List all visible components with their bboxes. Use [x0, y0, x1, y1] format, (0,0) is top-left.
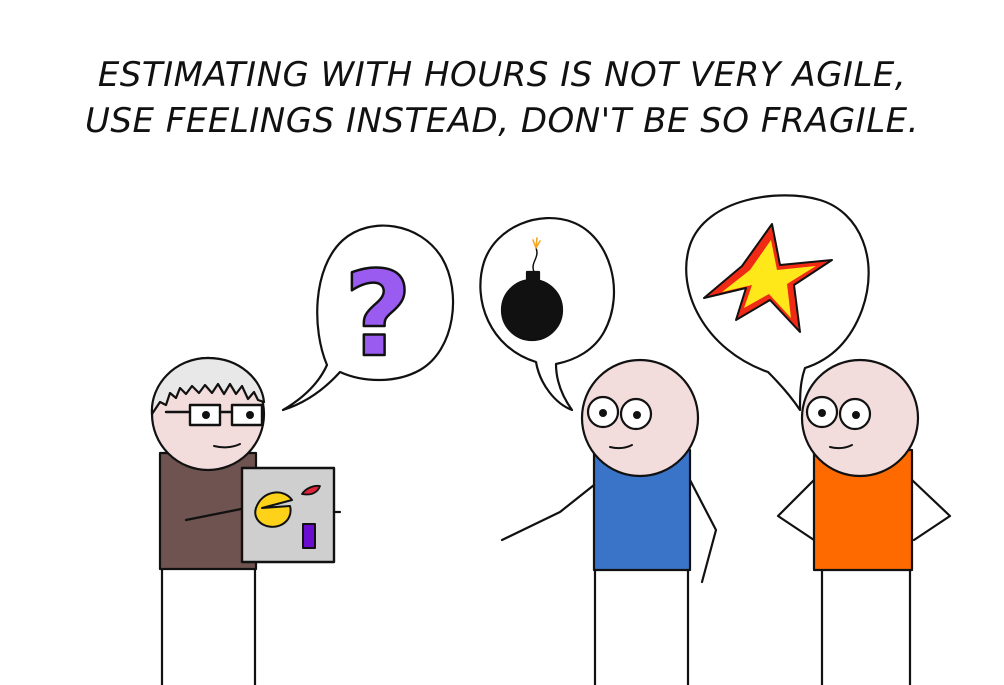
speech-bubble-manager: ? — [281, 224, 455, 412]
manager-character — [150, 356, 342, 685]
middle-character — [500, 358, 718, 685]
manager-legs — [160, 563, 257, 685]
feelings-board — [240, 466, 342, 564]
middle-arm-left — [500, 483, 596, 542]
right-arm-right — [910, 478, 952, 542]
comic-scene: ? — [150, 194, 952, 685]
purple-bar-icon — [302, 523, 316, 549]
right-arm-left — [776, 478, 816, 542]
question-mark-icon: ? — [344, 245, 412, 383]
right-character — [776, 358, 952, 685]
right-legs — [820, 566, 912, 685]
middle-arm-right — [688, 478, 718, 584]
middle-legs — [593, 566, 690, 685]
